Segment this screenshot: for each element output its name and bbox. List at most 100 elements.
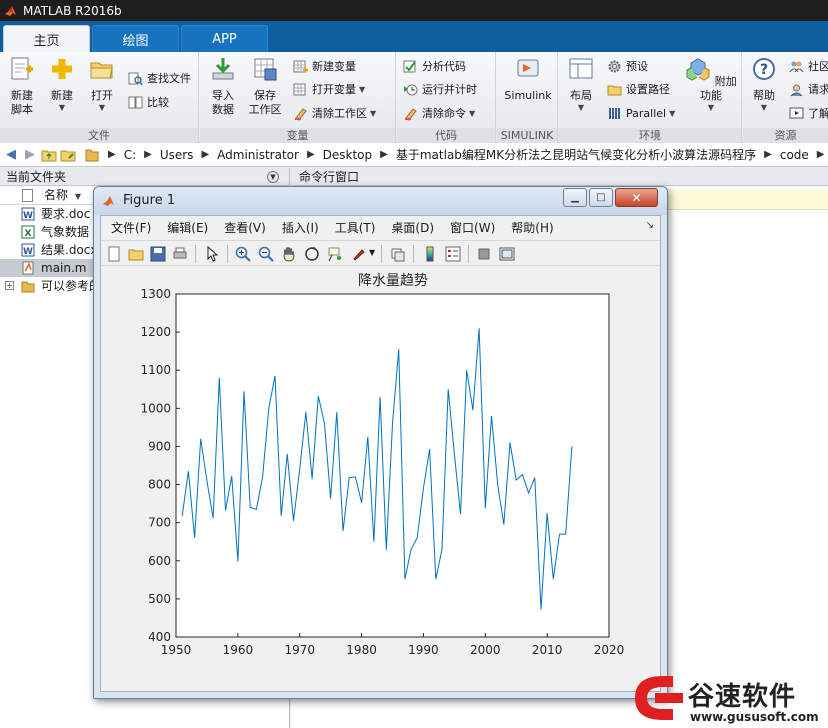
run-and-time-button[interactable]: 运行并计时: [403, 79, 477, 99]
new-figure-icon[interactable]: [106, 246, 122, 262]
import-data-button[interactable]: 导入 数据: [206, 56, 240, 117]
open-variable-icon: [293, 83, 306, 95]
breadcrumb-c[interactable]: C:: [124, 148, 136, 162]
tab-plots[interactable]: 绘图: [92, 25, 179, 52]
rotate-3d-icon[interactable]: [304, 246, 320, 262]
data-cursor-icon[interactable]: [327, 246, 343, 262]
x-tick-label: 2020: [594, 643, 625, 657]
open-variable-button[interactable]: 打开变量 ▼: [293, 79, 365, 99]
set-path-button[interactable]: 设置路径: [607, 79, 670, 99]
y-tick-label: 500: [148, 592, 171, 606]
svg-text:?: ?: [760, 62, 768, 78]
sort-arrow-icon: ▼: [74, 192, 81, 201]
layout-button[interactable]: 布局 ▼: [565, 56, 597, 112]
app-titlebar: MATLAB R2016b: [0, 0, 828, 21]
brush-dropdown-icon[interactable]: ▼: [369, 248, 375, 257]
folder-icon: [21, 281, 35, 293]
x-tick-label: 1980: [346, 643, 377, 657]
layout-icon: [569, 58, 593, 79]
colorbar-icon[interactable]: [422, 246, 438, 262]
compare-button[interactable]: 比较: [128, 92, 169, 112]
precipitation-trend-chart[interactable]: 降水量趋势 1950 1960 1970 1980 1990 2000 2010 2020 40…: [101, 267, 660, 691]
maximize-button[interactable]: □: [589, 188, 613, 207]
toolbar-separator: [468, 245, 469, 263]
tab-home[interactable]: 主页: [3, 25, 90, 52]
new-script-icon: [11, 57, 33, 80]
new-script-button[interactable]: 新建 脚本: [6, 56, 38, 117]
folder-icon: [85, 149, 99, 161]
learn-button[interactable]: 了解: [789, 103, 828, 123]
back-arrow-icon[interactable]: ◀: [3, 147, 19, 163]
menu-help[interactable]: 帮助(H): [511, 219, 553, 236]
menu-insert[interactable]: 插入(I): [282, 219, 319, 236]
gear-icon: [608, 60, 621, 72]
legend-icon[interactable]: [445, 246, 461, 262]
ribbon-group-code: 分析代码 运行并计时 清除命令 ▼ 代码: [397, 52, 496, 143]
request-support-button[interactable]: 请求: [789, 79, 828, 99]
clear-workspace-button[interactable]: 清除工作区 ▼: [293, 103, 376, 123]
x-tick-label: 1950: [161, 643, 192, 657]
brush-icon[interactable]: [351, 246, 367, 262]
breadcrumb-project-folder[interactable]: 基于matlab编程MK分析法之昆明站气候变化分析小波算法源码程序: [396, 146, 756, 163]
pointer-icon[interactable]: [204, 246, 220, 262]
simulink-button[interactable]: Simulink: [502, 56, 554, 103]
y-tick-label: 600: [148, 554, 171, 568]
browse-folder-icon[interactable]: [60, 147, 76, 163]
dock-arrow-icon[interactable]: ↘: [646, 220, 654, 231]
pan-hand-icon[interactable]: [281, 246, 297, 262]
forward-arrow-icon[interactable]: ▶: [22, 147, 38, 163]
new-variable-icon: [293, 60, 308, 72]
ribbon-group-simulink: Simulink SIMULINK: [497, 52, 558, 143]
menu-tools[interactable]: 工具(T): [335, 219, 376, 236]
new-button[interactable]: 新建 ▼: [46, 56, 78, 112]
up-folder-icon[interactable]: [41, 147, 57, 163]
clear-commands-button[interactable]: 清除命令 ▼: [403, 103, 475, 123]
new-variable-button[interactable]: 新建变量: [293, 56, 356, 76]
panel-menu-icon[interactable]: ▼: [267, 171, 279, 183]
breadcrumb-separator-icon: ▶: [201, 149, 210, 160]
close-icon: ✕: [631, 190, 642, 205]
minimize-button[interactable]: ▁: [563, 188, 587, 207]
community-button[interactable]: 社区: [789, 56, 828, 76]
toolbar-separator: [195, 245, 196, 263]
print-icon[interactable]: [172, 246, 188, 262]
addons-button[interactable]: 附加功能 ▼: [685, 56, 737, 112]
breadcrumb-users[interactable]: Users: [160, 148, 194, 162]
plus-icon: [52, 59, 72, 79]
find-files-button[interactable]: 查找文件: [128, 68, 191, 88]
menu-edit[interactable]: 编辑(E): [167, 219, 208, 236]
close-button[interactable]: ✕: [615, 188, 658, 207]
breadcrumb-code[interactable]: code: [780, 148, 809, 162]
open-file-icon[interactable]: [128, 246, 144, 262]
analyze-code-button[interactable]: 分析代码: [403, 56, 466, 76]
save-icon[interactable]: [150, 246, 166, 262]
svg-text:W: W: [23, 211, 33, 221]
breadcrumb-administrator[interactable]: Administrator: [217, 148, 299, 162]
show-plot-tools-icon[interactable]: [499, 246, 515, 262]
save-workspace-button[interactable]: 保存 工作区: [246, 56, 284, 117]
hide-plot-tools-icon[interactable]: [476, 246, 492, 262]
menu-file[interactable]: 文件(F): [111, 219, 151, 236]
link-plot-icon[interactable]: [390, 246, 406, 262]
menu-desktop[interactable]: 桌面(D): [391, 219, 434, 236]
figure-titlebar[interactable]: Figure 1 ▁ □ ✕: [94, 187, 667, 215]
document-icon: [22, 189, 33, 202]
tab-apps[interactable]: APP: [181, 25, 268, 52]
set-path-icon: [607, 85, 622, 95]
zoom-in-icon[interactable]: [235, 246, 251, 262]
parallel-button[interactable]: Parallel ▼: [607, 103, 675, 123]
y-tick-label: 1200: [140, 325, 171, 339]
menu-window[interactable]: 窗口(W): [450, 219, 495, 236]
preferences-button[interactable]: 预设: [607, 56, 648, 76]
open-button[interactable]: 打开 ▼: [86, 56, 118, 112]
expand-icon[interactable]: +: [5, 281, 14, 290]
breadcrumb-desktop[interactable]: Desktop: [323, 148, 373, 162]
y-tick-label: 800: [148, 478, 171, 492]
help-button[interactable]: ? 帮助 ▼: [747, 56, 781, 112]
menu-view[interactable]: 查看(V): [224, 219, 266, 236]
minimize-icon: ▁: [571, 192, 579, 203]
app-title: MATLAB R2016b: [23, 3, 122, 18]
learn-icon: [789, 107, 804, 118]
zoom-out-icon[interactable]: [258, 246, 274, 262]
matlab-logo-icon: [5, 5, 16, 16]
